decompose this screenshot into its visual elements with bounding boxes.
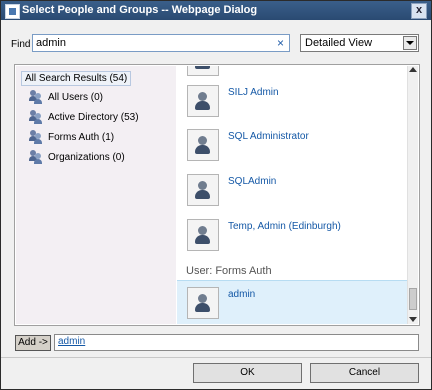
search-results-tree: All Search Results (54) All Users (0) Ac…	[16, 66, 176, 324]
divider	[1, 357, 431, 358]
find-label: Find	[11, 39, 31, 50]
selected-result-row[interactable]: admin	[177, 280, 407, 324]
group-icon	[29, 110, 43, 124]
result-name-temp-admin[interactable]: Temp, Admin (Edinburgh)	[228, 221, 341, 232]
window-title: Select People and Groups -- Webpage Dial…	[22, 4, 258, 16]
tree-item-label: Forms Auth (1)	[48, 132, 115, 143]
group-header: User: Forms Auth	[186, 265, 272, 277]
scroll-thumb[interactable]	[409, 288, 417, 310]
vertical-scrollbar[interactable]	[407, 66, 418, 324]
group-icon	[29, 150, 43, 164]
results-panel: All Search Results (54) All Users (0) Ac…	[14, 64, 420, 326]
user-picture-icon	[187, 129, 219, 161]
user-picture-icon	[187, 174, 219, 206]
result-name-sqladmin[interactable]: SQLAdmin	[228, 176, 276, 187]
tree-item-label: Active Directory (53)	[48, 112, 139, 123]
tree-item-label: Organizations (0)	[48, 152, 125, 163]
user-picture-icon	[187, 85, 219, 117]
scroll-up-icon[interactable]	[409, 67, 417, 72]
result-name-sql-administrator[interactable]: SQL Administrator	[228, 131, 309, 142]
user-picture-icon	[187, 219, 219, 251]
tree-item-all-search-results[interactable]: All Search Results (54)	[21, 71, 132, 86]
result-name-silj-admin[interactable]: SILJ Admin	[228, 87, 279, 98]
clear-search-icon[interactable]: ×	[277, 36, 284, 50]
results-list: SILJ Admin SQL Administrator SQLAdmin Te…	[177, 66, 407, 324]
group-icon	[29, 90, 43, 104]
dialog-window: Select People and Groups -- Webpage Dial…	[0, 0, 432, 390]
dialog-icon	[5, 4, 20, 19]
result-name-admin[interactable]: admin	[228, 289, 255, 300]
view-select-value: Detailed View	[305, 37, 373, 49]
scroll-down-icon[interactable]	[409, 317, 417, 322]
search-input-value: admin	[36, 37, 66, 49]
search-input[interactable]: admin ×	[32, 34, 290, 52]
dropdown-arrow-icon[interactable]	[403, 36, 417, 50]
tree-item-label: All Users (0)	[48, 92, 104, 103]
title-bar: Select People and Groups -- Webpage Dial…	[1, 1, 431, 20]
view-select[interactable]: Detailed View	[300, 34, 419, 52]
add-button[interactable]: Add ->	[15, 335, 51, 351]
user-picture-icon	[187, 287, 219, 319]
selected-names-field[interactable]: admin	[54, 334, 419, 351]
close-icon[interactable]: x	[411, 3, 427, 19]
ok-button[interactable]: OK	[193, 363, 302, 383]
group-icon	[29, 130, 43, 144]
selected-name[interactable]: admin	[58, 336, 85, 347]
user-picture-icon	[187, 66, 219, 76]
cancel-button[interactable]: Cancel	[310, 363, 419, 383]
